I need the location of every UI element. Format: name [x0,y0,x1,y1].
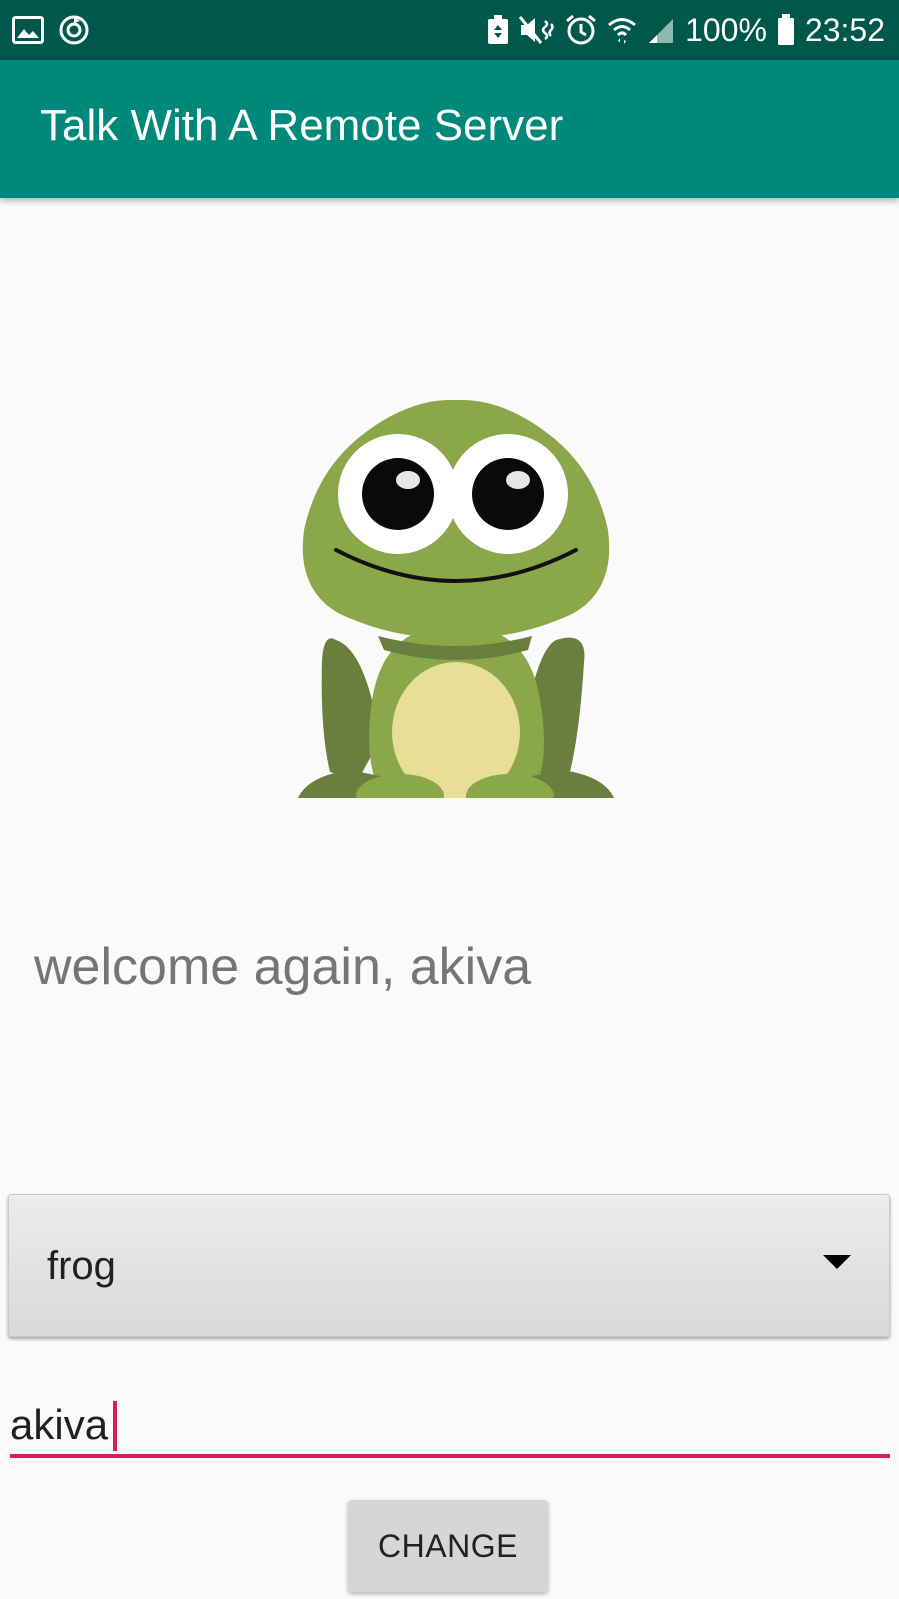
status-time: 23:52 [804,12,885,48]
image-icon [12,16,44,44]
status-bar-left [12,14,90,46]
status-bar: 100% 23:52 [0,0,899,60]
app-title: Talk With A Remote Server [40,101,564,150]
signal-icon [647,15,675,45]
alarm-icon [565,14,597,46]
battery-icon [777,14,795,46]
mute-vibrate-icon [519,15,555,45]
sync-icon [58,14,90,46]
name-input[interactable] [10,1396,890,1458]
spinner-selected-value: frog [47,1244,116,1288]
battery-saver-icon [487,15,509,45]
dropdown-arrow-icon [823,1255,851,1269]
status-bar-right: 100% 23:52 [487,8,885,52]
text-cursor [113,1401,117,1451]
animal-spinner[interactable]: frog [8,1194,890,1337]
change-button[interactable]: CHANGE [348,1500,548,1592]
battery-percent: 100% [685,12,767,48]
app-bar: Talk With A Remote Server [0,60,899,198]
wifi-icon [607,15,637,45]
frog-icon [296,399,616,830]
welcome-message: welcome again, akiva [34,938,532,996]
